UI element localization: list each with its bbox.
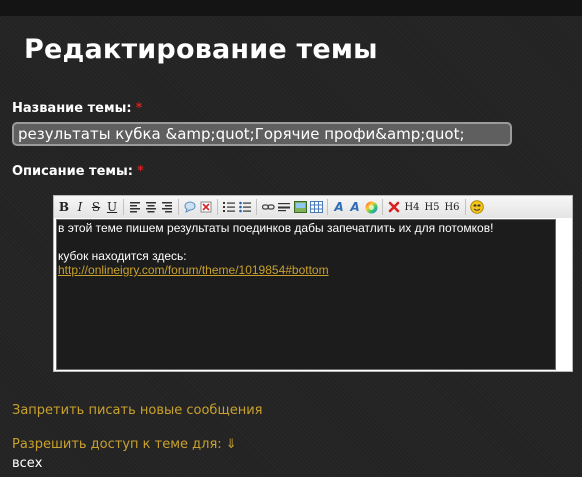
link-icon[interactable]	[261, 199, 275, 215]
smiley-icon[interactable]	[470, 199, 484, 215]
toolbar-separator	[327, 199, 328, 215]
toolbar-separator	[465, 199, 466, 215]
description-line: в этой теме пишем результаты поединков д…	[58, 221, 494, 235]
disallow-posts-link[interactable]: Запретить писать новые сообщения	[12, 403, 262, 418]
description-textarea[interactable]: в этой теме пишем результаты поединков д…	[56, 219, 556, 370]
toolbar-separator	[123, 199, 124, 215]
h4-button[interactable]: H4	[403, 199, 421, 215]
align-right-icon[interactable]	[160, 199, 174, 215]
topic-name-label: Название темы: *	[12, 101, 142, 116]
description-editor: B I S U A A H4 H5 H6 в этой теме пишем р…	[53, 195, 573, 372]
text-color-icon[interactable]: A	[332, 199, 346, 215]
forum-link[interactable]: http://onlineigry.com/forum/theme/101985…	[58, 263, 329, 277]
delete-icon[interactable]	[387, 199, 401, 215]
italic-icon[interactable]: I	[73, 199, 87, 215]
topic-name-label-text: Название темы:	[12, 101, 132, 116]
description-line: кубок находится здесь:	[58, 249, 187, 263]
toolbar-separator	[178, 199, 179, 215]
underline-icon[interactable]: U	[105, 199, 119, 215]
image-icon[interactable]	[293, 199, 307, 215]
editor-toolbar: B I S U A A H4 H5 H6	[54, 196, 572, 218]
align-left-icon[interactable]	[128, 199, 142, 215]
horizontal-rule-icon[interactable]	[277, 199, 291, 215]
ordered-list-icon[interactable]	[222, 199, 236, 215]
access-value: всех	[12, 456, 43, 471]
align-center-icon[interactable]	[144, 199, 158, 215]
access-dropdown-toggle[interactable]: Разрешить доступ к теме для: ⇓	[12, 437, 237, 452]
remove-format-icon[interactable]	[199, 199, 213, 215]
required-mark: *	[135, 101, 143, 116]
h5-button[interactable]: H5	[423, 199, 441, 215]
unordered-list-icon[interactable]	[238, 199, 252, 215]
h6-button[interactable]: H6	[443, 199, 461, 215]
page-title: Редактирование темы	[24, 34, 378, 65]
toolbar-separator	[382, 199, 383, 215]
topic-description-label: Описание темы: *	[12, 164, 144, 179]
toolbar-separator	[217, 199, 218, 215]
topic-description-label-text: Описание темы:	[12, 164, 133, 179]
quote-icon[interactable]	[183, 199, 197, 215]
topic-name-input[interactable]: результаты кубка &amp;quot;Горячие профи…	[12, 122, 512, 146]
top-strip	[0, 0, 582, 16]
background-color-icon[interactable]: A	[348, 199, 362, 215]
table-icon[interactable]	[309, 199, 323, 215]
bold-icon[interactable]: B	[57, 199, 71, 215]
required-mark: *	[137, 164, 144, 179]
strikethrough-icon[interactable]: S	[89, 199, 103, 215]
toolbar-separator	[256, 199, 257, 215]
color-picker-icon[interactable]	[364, 199, 378, 215]
